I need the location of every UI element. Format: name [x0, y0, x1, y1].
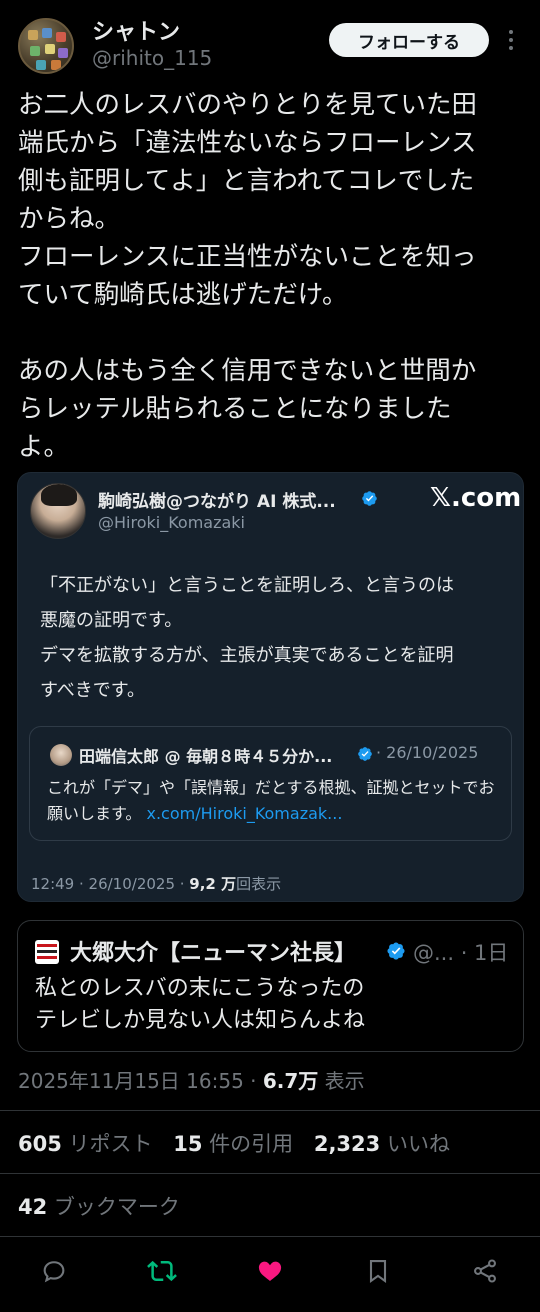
- inner-author-avatar: [50, 744, 72, 766]
- quoted-tweet-views: 9,2 万: [189, 875, 237, 893]
- divider: [0, 1173, 540, 1174]
- verified-badge-icon: [358, 747, 372, 761]
- likes-count: 2,323: [313, 1132, 381, 1156]
- quotes-count: 15: [173, 1132, 203, 1156]
- avatar-tile: [28, 30, 38, 40]
- x-logo: 𝕏.com: [430, 483, 522, 513]
- tweet-views-count: 6.7万: [262, 1069, 319, 1093]
- avatar-tile: [30, 46, 40, 56]
- bookmarks-label: ブックマーク: [47, 1195, 180, 1219]
- reposts-label: リポスト: [61, 1132, 153, 1156]
- quoted-tweet-text: 「不正がない」と言うことを証明しろ、と言うのは 悪魔の証明です。 デマを拡散する…: [40, 575, 454, 701]
- company-logo: [35, 940, 59, 964]
- quoted-author-name[interactable]: 駒崎弘樹@つながり AI 株式...: [98, 487, 336, 512]
- quoted-author-handle[interactable]: @Hiroki_Komazaki: [98, 513, 245, 532]
- avatar-tile: [36, 60, 46, 70]
- inner-tweet-text: これが「デマ」や「誤情報」だとする根拠、証拠とセットでお願いします。 x.com…: [47, 775, 502, 827]
- sub-quoted-tweet[interactable]: 大郷大介【ニューマン社長】 @... · 1日 私とのレスバの末にこうなったの …: [17, 920, 524, 1052]
- avatar-tile: [42, 28, 52, 38]
- tweet-header: シャトン @rihito_115 フォローする: [0, 0, 540, 90]
- tweet-time[interactable]: 2025年11月15日 16:55 ·: [18, 1069, 263, 1093]
- bookmarks-stat[interactable]: 42 ブックマーク: [18, 1191, 180, 1221]
- author-name[interactable]: シャトン: [92, 14, 180, 46]
- more-options-icon[interactable]: [504, 28, 518, 52]
- divider: [0, 1110, 540, 1111]
- like-icon[interactable]: [253, 1254, 287, 1288]
- action-bar: [0, 1248, 540, 1294]
- avatar-tile: [56, 32, 66, 42]
- tweet-views-label: 表示: [318, 1069, 365, 1093]
- bookmarks-count: 42: [18, 1195, 48, 1219]
- sub-tweet-text: 私とのレスバの末にこうなったの テレビしか見ない人は知らんよね: [35, 976, 366, 1033]
- engagement-stats: 605 リポスト 15 件の引用 2,323 いいね: [18, 1128, 464, 1158]
- reposts-stat[interactable]: 605 リポスト: [18, 1132, 153, 1156]
- verified-badge-icon: [362, 491, 377, 506]
- author-avatar[interactable]: [18, 18, 74, 74]
- tweet-text: お二人のレスバのやりとりを見ていた田 端氏から「違法性ないならフローレンス 側も…: [18, 90, 478, 462]
- author-handle[interactable]: @rihito_115: [92, 46, 212, 70]
- verified-badge-icon: [387, 942, 405, 960]
- share-icon[interactable]: [468, 1254, 502, 1288]
- sub-author-name: 大郷大介【ニューマン社長】: [70, 941, 357, 966]
- bookmark-icon[interactable]: [361, 1254, 395, 1288]
- quoted-tweet-views-label: 回表示: [236, 875, 282, 893]
- sub-author-handle: @... · 1日: [413, 941, 509, 965]
- reposts-count: 605: [18, 1132, 62, 1156]
- quotes-label: 件の引用: [202, 1132, 294, 1156]
- divider: [0, 1236, 540, 1237]
- quoted-tweet-card[interactable]: 駒崎弘樹@つながり AI 株式... @Hiroki_Komazaki 𝕏.co…: [17, 472, 524, 902]
- tweet-timestamp: 2025年11月15日 16:55 · 6.7万 表示: [18, 1065, 365, 1094]
- quoted-tweet-meta: 12:49 · 26/10/2025 · 9,2 万回表示: [31, 873, 281, 894]
- follow-button[interactable]: フォローする: [329, 23, 489, 57]
- inner-tweet-link[interactable]: x.com/Hiroki_Komazak...: [147, 804, 343, 823]
- quoted-tweet-time: 12:49 · 26/10/2025 ·: [31, 875, 190, 893]
- inner-tweet-date: · 26/10/2025: [376, 743, 479, 762]
- retweet-icon[interactable]: [145, 1254, 179, 1288]
- quoted-author-avatar[interactable]: [30, 483, 86, 539]
- likes-label: いいね: [380, 1132, 450, 1156]
- quotes-stat[interactable]: 15 件の引用: [173, 1132, 293, 1156]
- avatar-tile: [45, 44, 55, 54]
- avatar-tile: [58, 48, 68, 58]
- inner-quoted-tweet[interactable]: 田端信太郎 @ 毎朝８時４５分か... · 26/10/2025 これが「デマ」…: [29, 726, 512, 841]
- reply-icon[interactable]: [37, 1254, 71, 1288]
- likes-stat[interactable]: 2,323 いいね: [314, 1132, 450, 1156]
- avatar-tile: [51, 60, 61, 70]
- inner-author-name: 田端信太郎 @ 毎朝８時４５分か...: [79, 747, 333, 766]
